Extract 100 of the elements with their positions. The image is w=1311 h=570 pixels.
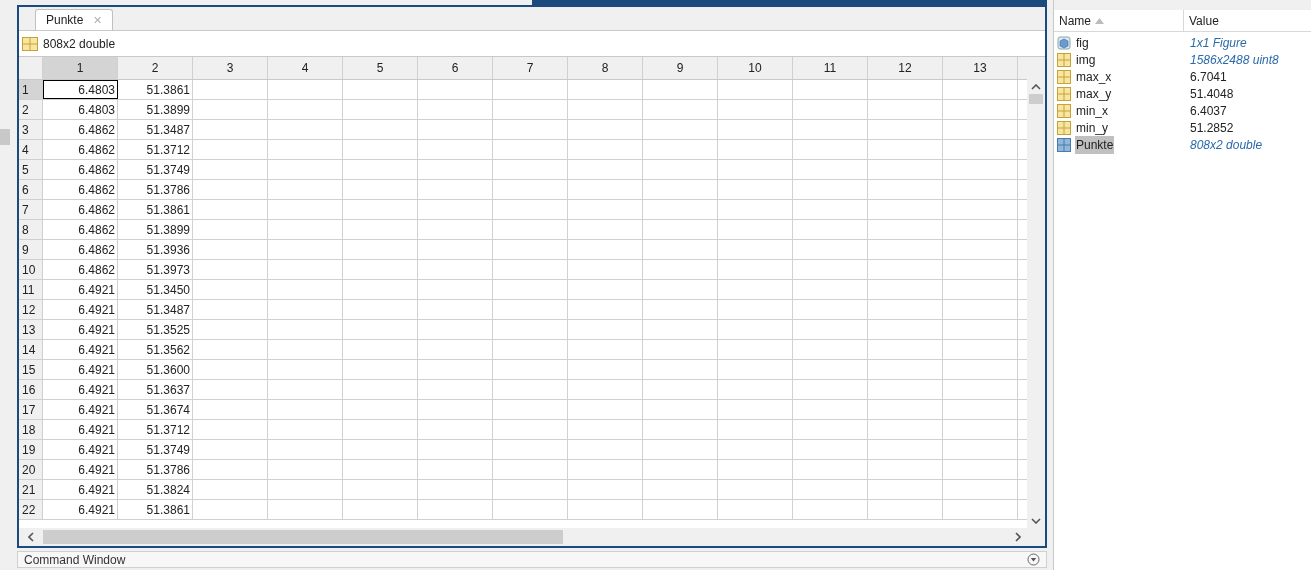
- column-header[interactable]: 11: [793, 57, 868, 79]
- column-header[interactable]: 2: [118, 57, 193, 79]
- table-cell[interactable]: 6.4921: [43, 460, 118, 479]
- row-header[interactable]: 13: [19, 320, 43, 339]
- table-cell[interactable]: 51.3973: [118, 260, 193, 279]
- row-header[interactable]: 22: [19, 500, 43, 519]
- column-header[interactable]: 6: [418, 57, 493, 79]
- table-cell[interactable]: 51.3899: [118, 220, 193, 239]
- table-cell[interactable]: 6.4921: [43, 480, 118, 499]
- table-cell[interactable]: 51.3861: [118, 500, 193, 519]
- row-header[interactable]: 10: [19, 260, 43, 279]
- row-header[interactable]: 19: [19, 440, 43, 459]
- column-header[interactable]: 1: [43, 57, 118, 79]
- table-cell[interactable]: 6.4862: [43, 120, 118, 139]
- table-cell[interactable]: 6.4921: [43, 380, 118, 399]
- scroll-down-button[interactable]: [1031, 518, 1041, 524]
- variable-name[interactable]: Punkte: [1075, 135, 1115, 154]
- table-cell[interactable]: 6.4862: [43, 160, 118, 179]
- row-header[interactable]: 5: [19, 160, 43, 179]
- column-header[interactable]: Name: [1059, 11, 1091, 30]
- table-cell[interactable]: 51.3712: [118, 140, 193, 159]
- table-cell[interactable]: 51.3637: [118, 380, 193, 399]
- table-cell[interactable]: 6.4862: [43, 220, 118, 239]
- table-cell[interactable]: 51.3487: [118, 300, 193, 319]
- table-cell[interactable]: 51.3525: [118, 320, 193, 339]
- table-cell[interactable]: 6.4921: [43, 420, 118, 439]
- variable-name[interactable]: min_y: [1075, 118, 1109, 137]
- table-cell[interactable]: 6.4921: [43, 400, 118, 419]
- column-header[interactable]: 10: [718, 57, 793, 79]
- table-cell[interactable]: 6.4921: [43, 320, 118, 339]
- column-header[interactable]: 12: [868, 57, 943, 79]
- column-header[interactable]: Value: [1189, 11, 1219, 30]
- table-cell[interactable]: 6.4921: [43, 500, 118, 519]
- grid-corner[interactable]: [19, 57, 43, 79]
- table-cell[interactable]: 51.3786: [118, 180, 193, 199]
- row-header[interactable]: 15: [19, 360, 43, 379]
- column-header[interactable]: 5: [343, 57, 418, 79]
- row-header[interactable]: 11: [19, 280, 43, 299]
- table-cell[interactable]: 51.3487: [118, 120, 193, 139]
- column-header[interactable]: 3: [193, 57, 268, 79]
- scrollbar-thumb[interactable]: [0, 129, 10, 145]
- row-header[interactable]: 2: [19, 100, 43, 119]
- row-header[interactable]: 20: [19, 460, 43, 479]
- editor-tab[interactable]: Punkte ✕: [35, 9, 114, 30]
- row-header[interactable]: 17: [19, 400, 43, 419]
- table-cell[interactable]: 51.3899: [118, 100, 193, 119]
- column-header[interactable]: 8: [568, 57, 643, 79]
- table-cell[interactable]: 51.3450: [118, 280, 193, 299]
- variable-name[interactable]: fig: [1075, 33, 1090, 52]
- column-header[interactable]: 13: [943, 57, 1018, 79]
- table-cell[interactable]: 51.3861: [118, 200, 193, 219]
- panel-title: Command Window: [24, 551, 127, 569]
- table-cell[interactable]: 6.4921: [43, 280, 118, 299]
- row-header[interactable]: 7: [19, 200, 43, 219]
- scroll-right-button[interactable]: [1015, 532, 1021, 542]
- column-header[interactable]: 9: [643, 57, 718, 79]
- row-header[interactable]: 8: [19, 220, 43, 239]
- table-cell[interactable]: 6.4921: [43, 440, 118, 459]
- variable-name[interactable]: img: [1075, 50, 1097, 69]
- row-header[interactable]: 1: [19, 80, 43, 99]
- variable-name[interactable]: min_x: [1075, 101, 1109, 120]
- row-header[interactable]: 4: [19, 140, 43, 159]
- table-cell[interactable]: 6.4862: [43, 240, 118, 259]
- row-header[interactable]: 6: [19, 180, 43, 199]
- table-cell[interactable]: 6.4921: [43, 340, 118, 359]
- row-header[interactable]: 16: [19, 380, 43, 399]
- row-header[interactable]: 14: [19, 340, 43, 359]
- table-cell[interactable]: 51.3674: [118, 400, 193, 419]
- vertical-scrollbar-thumb[interactable]: [1029, 94, 1043, 104]
- table-cell[interactable]: 6.4921: [43, 360, 118, 379]
- row-header[interactable]: 9: [19, 240, 43, 259]
- table-cell[interactable]: 6.4862: [43, 200, 118, 219]
- table-cell[interactable]: 6.4862: [43, 140, 118, 159]
- table-cell[interactable]: 51.3712: [118, 420, 193, 439]
- table-cell[interactable]: 51.3936: [118, 240, 193, 259]
- table-cell[interactable]: 51.3749: [118, 440, 193, 459]
- scroll-up-button[interactable]: [1031, 84, 1041, 90]
- variable-name[interactable]: max_x: [1075, 67, 1113, 86]
- dropdown-icon[interactable]: [1027, 553, 1040, 566]
- table-cell[interactable]: 6.4862: [43, 260, 118, 279]
- scroll-left-button[interactable]: [28, 532, 34, 542]
- row-header[interactable]: 12: [19, 300, 43, 319]
- table-cell[interactable]: 6.4803: [43, 80, 118, 99]
- table-cell[interactable]: 6.4803: [43, 100, 118, 119]
- horizontal-scrollbar-thumb[interactable]: [43, 530, 563, 544]
- row-header[interactable]: 18: [19, 420, 43, 439]
- row-header[interactable]: 21: [19, 480, 43, 499]
- table-cell[interactable]: 51.3749: [118, 160, 193, 179]
- column-header[interactable]: [1018, 57, 1027, 79]
- table-cell[interactable]: 6.4862: [43, 180, 118, 199]
- table-cell[interactable]: 51.3600: [118, 360, 193, 379]
- table-cell[interactable]: 51.3824: [118, 480, 193, 499]
- table-cell[interactable]: 51.3562: [118, 340, 193, 359]
- table-cell[interactable]: 6.4921: [43, 300, 118, 319]
- column-header[interactable]: 4: [268, 57, 343, 79]
- column-header[interactable]: 7: [493, 57, 568, 79]
- row-header[interactable]: 3: [19, 120, 43, 139]
- table-cell[interactable]: 51.3786: [118, 460, 193, 479]
- table-cell[interactable]: 51.3861: [118, 80, 193, 99]
- variable-name[interactable]: max_y: [1075, 84, 1113, 103]
